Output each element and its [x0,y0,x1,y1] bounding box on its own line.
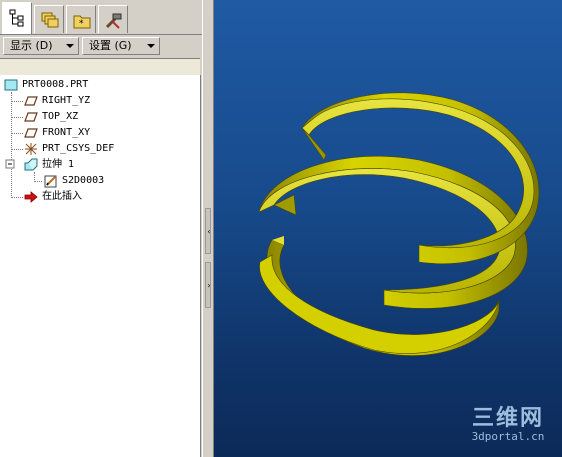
csys-icon [25,143,37,155]
tree-item-label: PRT_CSYS_DEF [42,143,115,154]
settings-dropdown[interactable]: 设置 (G) [82,37,160,55]
favorites-folder-icon: * [73,15,91,29]
expand-panel-handle[interactable]: › [205,262,211,308]
tree-item-label: FRONT_XY [42,127,91,138]
insert-here-arrow-icon [24,191,38,203]
chevron-down-icon [147,44,155,48]
tree-connector [11,197,23,198]
collapse-icon [5,159,15,169]
datum-plane-icon [24,112,38,122]
watermark-url: 3dportal.cn [471,430,545,443]
tree-item-label: 拉伸 1 [42,159,75,170]
show-dropdown-label: 显示 (D) [10,39,53,52]
datum-plane-icon [24,128,38,138]
tree-item-label: RIGHT_YZ [42,95,91,106]
tree-item-label: 在此插入 [42,191,82,202]
tree-connector [11,149,23,150]
tree-connector [11,92,12,198]
show-dropdown[interactable]: 显示 (D) [3,37,79,55]
panel-splitter[interactable]: ‹ › [202,0,214,457]
sketch-icon [44,175,57,188]
spring-model [258,92,540,356]
tree-item-label: S2D0003 [62,175,105,186]
chevron-right-icon: › [207,281,211,290]
collapse-panel-handle[interactable]: ‹ [205,208,211,254]
left-panel: * 显示 (D) 设置 (G) PRT0008.PRT RIGHT_YZ TOP… [0,0,202,457]
tree-header-strip [0,58,200,76]
chevron-left-icon: ‹ [207,227,211,236]
tab-model-tree[interactable] [2,2,32,34]
watermark-logo: 三维网 3dportal.cn [460,407,556,449]
part-icon [4,79,18,91]
tab-layers[interactable] [34,5,64,33]
watermark-title: 三维网 [471,406,544,431]
tab-favorites[interactable]: * [66,5,96,33]
model-tree-icon [9,9,24,27]
tree-connector [11,101,23,102]
panel-tabs: * [0,0,202,35]
coil-middle [258,155,528,309]
tree-root-label: PRT0008.PRT [22,79,89,90]
svg-text:*: * [79,19,84,29]
datum-plane-icon [24,96,38,106]
tree-connector [11,133,23,134]
tree-connector [34,181,42,182]
model-tree[interactable]: PRT0008.PRT RIGHT_YZ TOP_XZ FRONT_XY PRT [0,75,201,457]
extrude-icon [24,158,38,171]
graphics-viewport[interactable]: 三维网 3dportal.cn [214,0,562,457]
tools-icon [105,13,122,29]
chevron-down-icon [66,44,74,48]
tree-toolbar: 显示 (D) 设置 (G) [0,35,202,57]
layers-icon [41,12,59,28]
tree-item-label: TOP_XZ [42,111,79,122]
tree-connector [11,117,23,118]
settings-dropdown-label: 设置 (G) [89,39,132,52]
tab-tools[interactable] [98,5,128,33]
